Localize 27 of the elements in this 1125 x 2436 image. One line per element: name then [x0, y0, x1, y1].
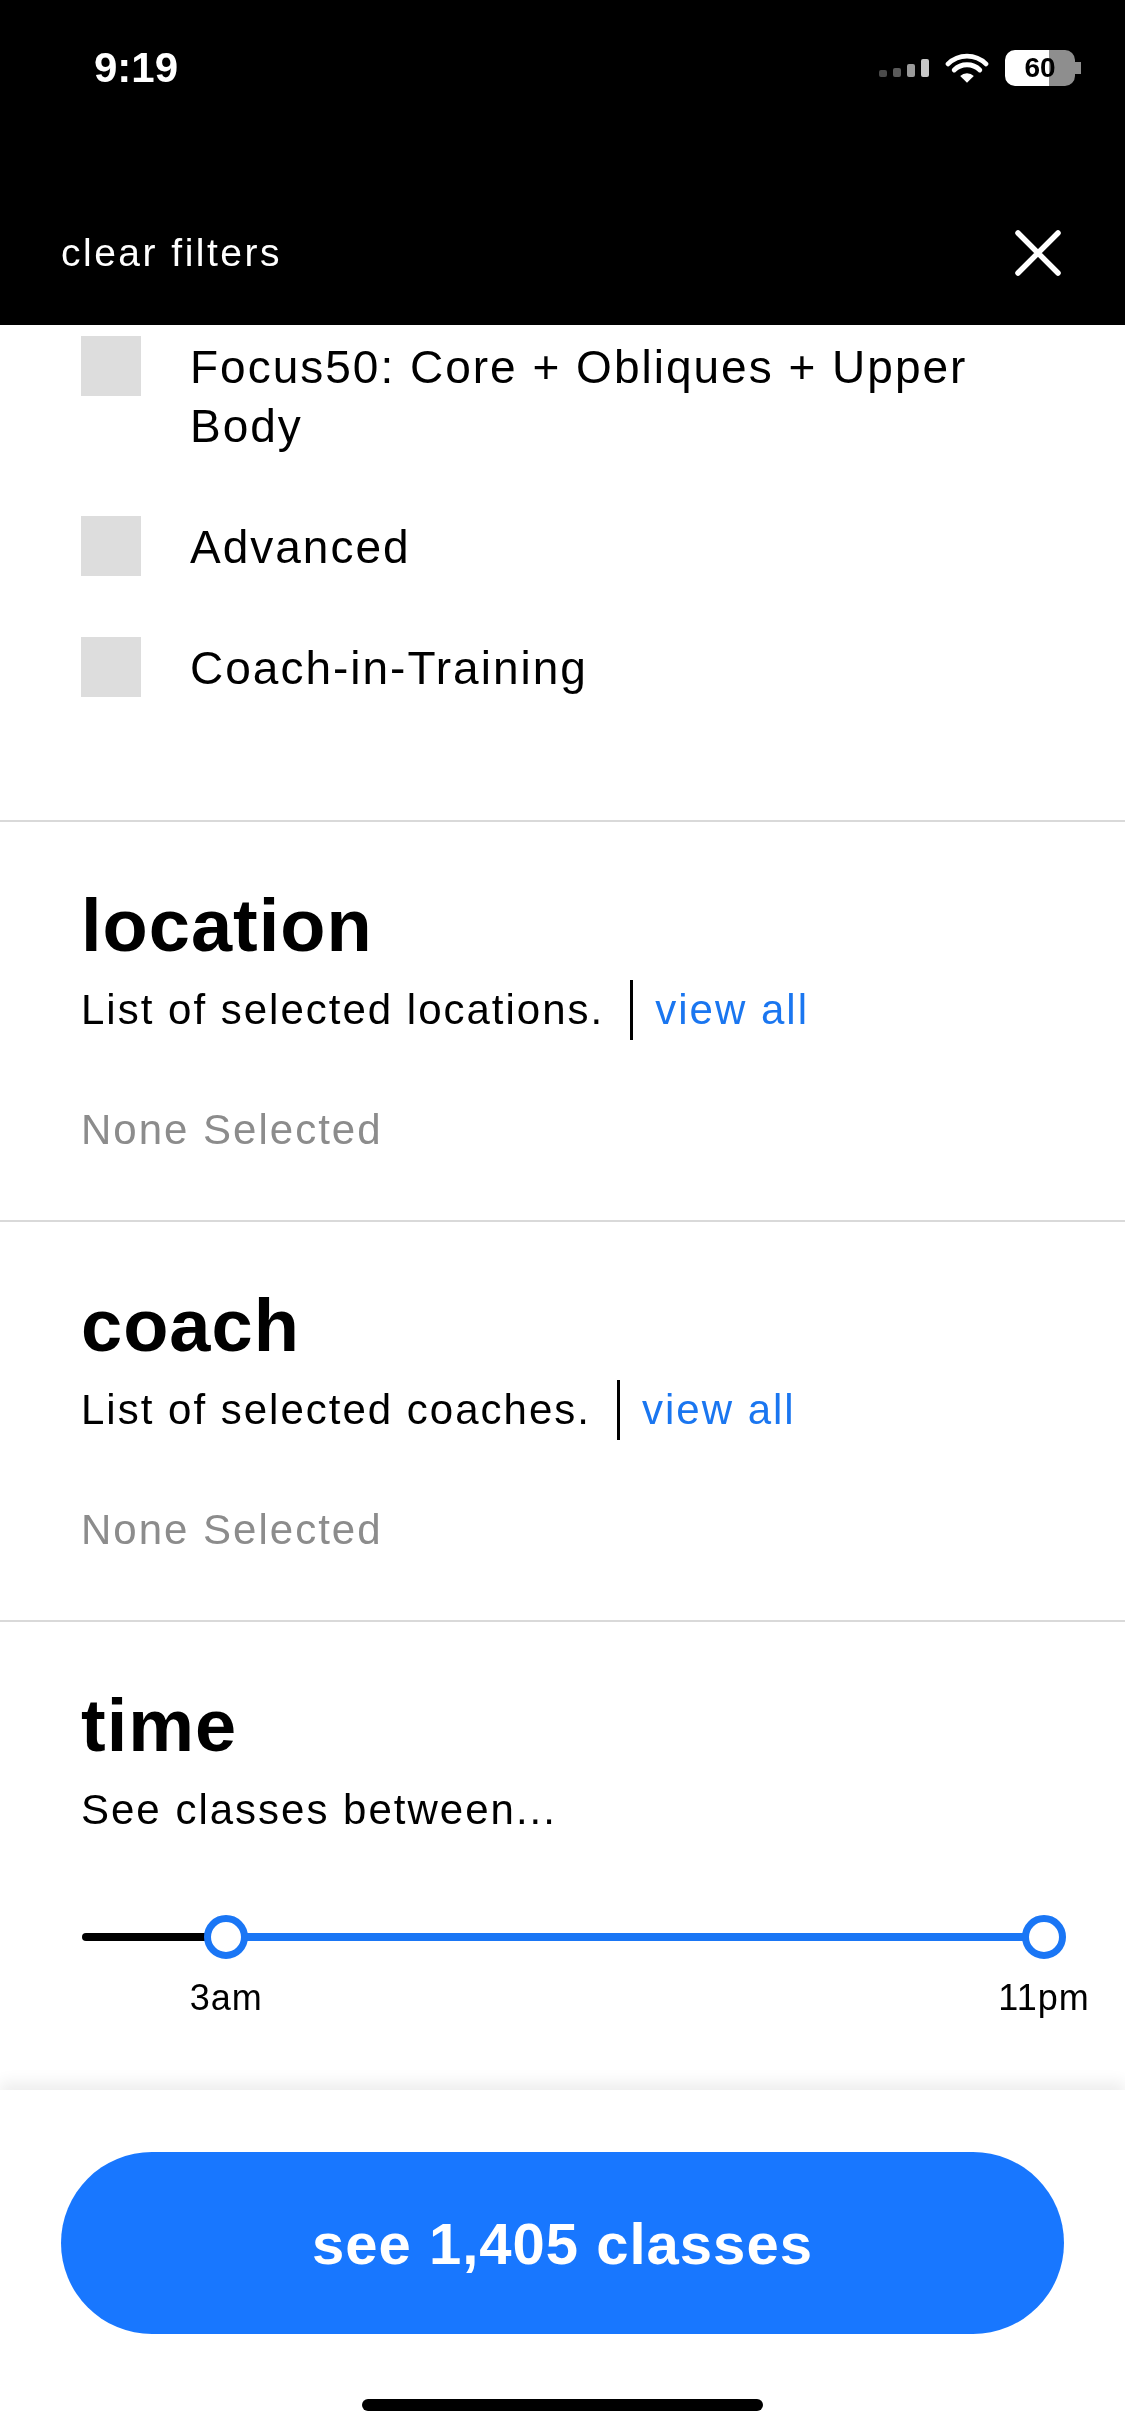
checkbox[interactable] — [81, 516, 141, 576]
clear-filters-link[interactable]: clear filters — [61, 231, 283, 275]
slider-value-label: 11pm — [998, 1978, 1090, 2018]
section-description: List of selected locations. — [81, 985, 605, 1035]
slider-value-label: 3am — [189, 1978, 263, 2018]
slider-thumb[interactable] — [1022, 1915, 1066, 1959]
section-description: See classes between... — [81, 1785, 558, 1835]
section-heading: coach — [81, 1283, 301, 1369]
see-classes-button[interactable]: see 1,405 classes — [61, 2152, 1064, 2334]
status-time: 9:19 — [94, 44, 180, 92]
selection-status: None Selected — [81, 1105, 384, 1155]
wifi-icon — [945, 52, 989, 84]
slider-thumb[interactable] — [204, 1915, 249, 1959]
section-description: List of selected coaches. — [81, 1385, 591, 1435]
signal-icon — [879, 59, 929, 77]
checkbox[interactable] — [81, 637, 141, 697]
selection-status: None Selected — [81, 1505, 384, 1555]
view-all-link[interactable]: view all — [641, 1380, 796, 1440]
battery-indicator: 60 — [1005, 50, 1081, 86]
section-heading: time — [81, 1683, 239, 1769]
close-icon[interactable] — [1015, 230, 1061, 276]
checkbox[interactable] — [81, 336, 141, 396]
checkbox-label: Coach-in-Training — [190, 641, 588, 696]
checkbox-label: Focus50: Core + Obliques + Upper Body — [190, 340, 969, 454]
checkbox-label: Advanced — [190, 520, 411, 575]
section-heading: location — [81, 883, 374, 969]
view-all-link[interactable]: view all — [655, 980, 809, 1040]
